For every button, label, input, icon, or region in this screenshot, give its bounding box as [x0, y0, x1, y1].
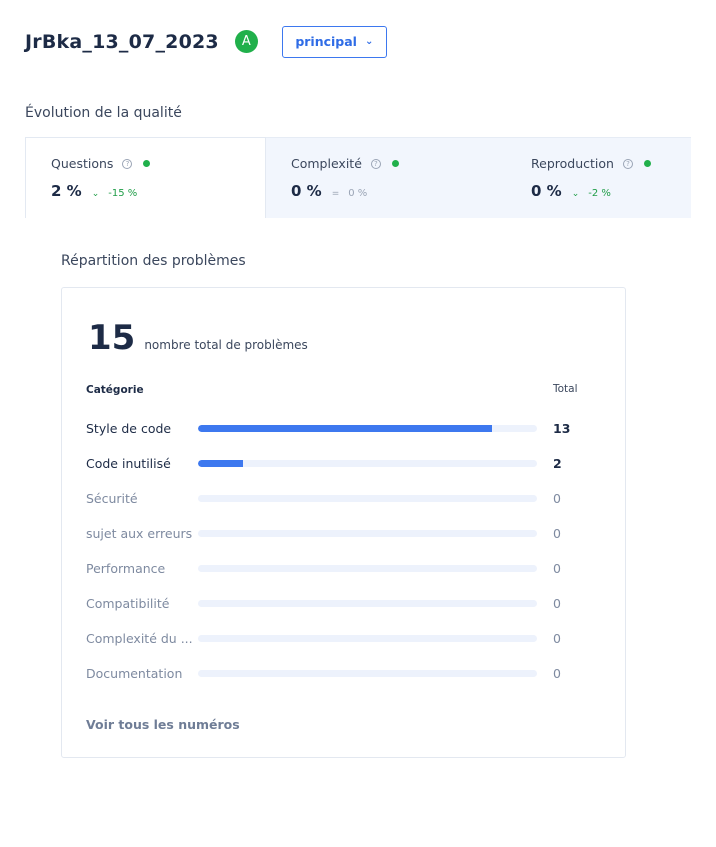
help-icon[interactable]: ?: [622, 158, 633, 169]
issue-category-list: Style de code 13 Code inutilisé 2 Sécurité 0 s…: [86, 411, 606, 691]
issues-total: 15 nombre total de problèmes: [88, 318, 308, 358]
category-count: 2: [553, 456, 562, 471]
trend-equal-icon: =: [331, 189, 340, 199]
issues-section-title: Répartition des problèmes: [61, 253, 246, 269]
category-label: Complexité du ...: [86, 631, 193, 646]
branch-label: principal: [295, 34, 357, 49]
total-label: nombre total de problèmes: [144, 338, 308, 352]
category-label: Compatibilité: [86, 596, 170, 611]
category-count: 0: [553, 596, 561, 611]
category-count: 0: [553, 526, 561, 541]
category-bar-track: [198, 425, 537, 432]
category-bar-track: [198, 565, 537, 572]
grade-badge: A: [234, 30, 258, 53]
tab-questions[interactable]: Questions ? 2 % ⌄ -15 %: [25, 137, 266, 218]
category-bar-track: [198, 495, 537, 502]
repo-header: JrBka_13_07_2023 A principal ⌄: [25, 25, 387, 58]
metric-label: Reproduction: [531, 156, 614, 171]
status-dot-icon: [143, 160, 151, 167]
total-count: 15: [88, 318, 136, 358]
issue-category-row[interactable]: Sécurité 0: [86, 481, 606, 516]
metric-value: 0 %: [291, 182, 322, 200]
category-bar-track: [198, 600, 537, 607]
issue-category-row[interactable]: Style de code 13: [86, 411, 606, 446]
category-bar-track: [198, 670, 537, 677]
issue-category-row[interactable]: Documentation 0: [86, 656, 606, 691]
issue-category-row[interactable]: Complexité du ... 0: [86, 621, 606, 656]
category-label: Style de code: [86, 421, 172, 436]
metric-delta: -2 %: [588, 188, 611, 199]
category-label: Performance: [86, 561, 166, 576]
category-count: 0: [553, 561, 561, 576]
column-header-category: Catégorie: [86, 384, 144, 396]
category-label: Code inutilisé: [86, 456, 171, 471]
metric-value: 2 %: [51, 182, 82, 200]
category-count: 0: [553, 491, 561, 506]
category-bar-fill: [198, 425, 492, 432]
help-icon[interactable]: ?: [122, 158, 133, 169]
category-count: 13: [553, 421, 571, 436]
category-count: 0: [553, 631, 561, 646]
trend-down-icon: ⌄: [91, 189, 100, 199]
issues-card: 15 nombre total de problèmes Catégorie T…: [61, 287, 626, 758]
issue-category-row[interactable]: Code inutilisé 2: [86, 446, 606, 481]
issue-category-row[interactable]: Compatibilité 0: [86, 586, 606, 621]
column-header-total: Total: [553, 383, 578, 395]
status-dot-icon: [643, 160, 651, 167]
repo-title: JrBka_13_07_2023: [25, 30, 219, 53]
help-icon[interactable]: ?: [370, 158, 381, 169]
category-label: sujet aux erreurs: [86, 526, 193, 541]
issue-category-row[interactable]: sujet aux erreurs 0: [86, 516, 606, 551]
view-all-issues-link[interactable]: Voir tous les numéros: [86, 717, 240, 732]
category-bar-track: [198, 635, 537, 642]
quality-section-title: Évolution de la qualité: [25, 105, 182, 121]
metric-value: 0 %: [531, 182, 562, 200]
category-bar-fill: [198, 460, 244, 467]
trend-down-icon: ⌄: [571, 189, 580, 199]
category-bar-track: [198, 530, 537, 537]
category-count: 0: [553, 666, 561, 681]
metric-label: Complexité: [291, 156, 362, 171]
branch-dropdown[interactable]: principal ⌄: [281, 25, 387, 58]
tab-complexity[interactable]: Complexité ? 0 % = 0 %: [266, 137, 506, 218]
metric-delta: 0 %: [348, 188, 368, 199]
issue-category-row[interactable]: Performance 0: [86, 551, 606, 586]
category-label: Documentation: [86, 666, 183, 681]
metric-label: Questions: [51, 156, 114, 171]
category-label: Sécurité: [86, 491, 138, 506]
tab-duplication[interactable]: Reproduction ? 0 % ⌄ -2 %: [506, 137, 691, 218]
quality-metrics-tabs: Questions ? 2 % ⌄ -15 % Complexité ? 0 %…: [25, 137, 691, 218]
metric-delta: -15 %: [108, 188, 138, 199]
category-bar-track: [198, 460, 537, 467]
chevron-down-icon: ⌄: [364, 36, 374, 47]
status-dot-icon: [391, 160, 399, 167]
